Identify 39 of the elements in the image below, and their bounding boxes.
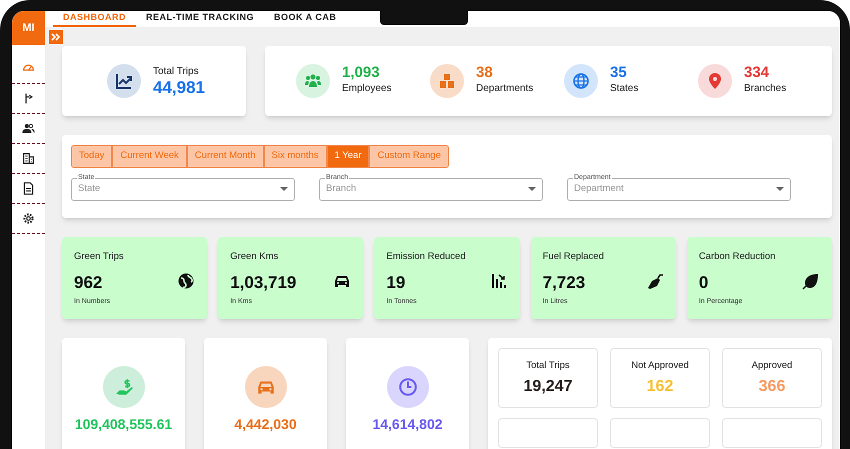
metric-title: Emission Reduced	[386, 250, 466, 264]
range-tab[interactable]: Six months	[264, 144, 327, 168]
range-tab[interactable]: Current Month	[186, 144, 264, 168]
nav-tab[interactable]: REAL-TIME TRACKING	[136, 11, 264, 26]
nav-tab[interactable]: DASHBOARD	[53, 11, 136, 26]
metric-value: 962	[74, 272, 102, 293]
range-tab[interactable]: Custom Range	[369, 144, 449, 168]
stat-label: Departments	[476, 82, 534, 96]
total-value: 14,614,802	[372, 414, 443, 434]
total-value: 4,442,030	[234, 414, 297, 434]
metric-title: Fuel Replaced	[542, 250, 604, 264]
metric-value: 1,03,719	[230, 272, 296, 293]
brand-logo: MI	[12, 11, 45, 45]
stat-label: Total Trips	[153, 65, 200, 79]
stat-value: 1,093	[342, 65, 381, 81]
metric-value: 0	[698, 272, 708, 293]
metric-title: Green Kms	[230, 250, 278, 264]
nav-tab[interactable]: BOOK A CAB	[264, 11, 346, 26]
range-tab[interactable]: Current Week	[112, 144, 187, 168]
stat-label: Employees	[342, 82, 392, 96]
status-label: Total Trips	[526, 358, 570, 372]
stat-label: States	[610, 82, 638, 96]
total-value: 109,408,555.61	[74, 414, 172, 434]
metric-title: Carbon Reduction	[698, 250, 776, 264]
status-label: Approved	[752, 358, 792, 372]
range-tab[interactable]: 1 Year	[326, 144, 370, 168]
stat-label: Branches	[744, 82, 786, 96]
status-value: 366	[758, 376, 786, 397]
stat-value: 38	[476, 65, 494, 81]
stat-value: 334	[744, 65, 770, 81]
status-label: Not Approved	[631, 358, 689, 372]
stat-value: 44,981	[153, 79, 205, 97]
status-value: 162	[646, 376, 674, 397]
metric-value: 19	[386, 272, 406, 293]
range-tab[interactable]: Today	[71, 144, 112, 168]
metric-value: 7,723	[542, 272, 586, 293]
stat-value: 35	[610, 65, 628, 81]
status-value: 19,247	[524, 376, 572, 397]
metric-title: Green Trips	[74, 250, 124, 264]
